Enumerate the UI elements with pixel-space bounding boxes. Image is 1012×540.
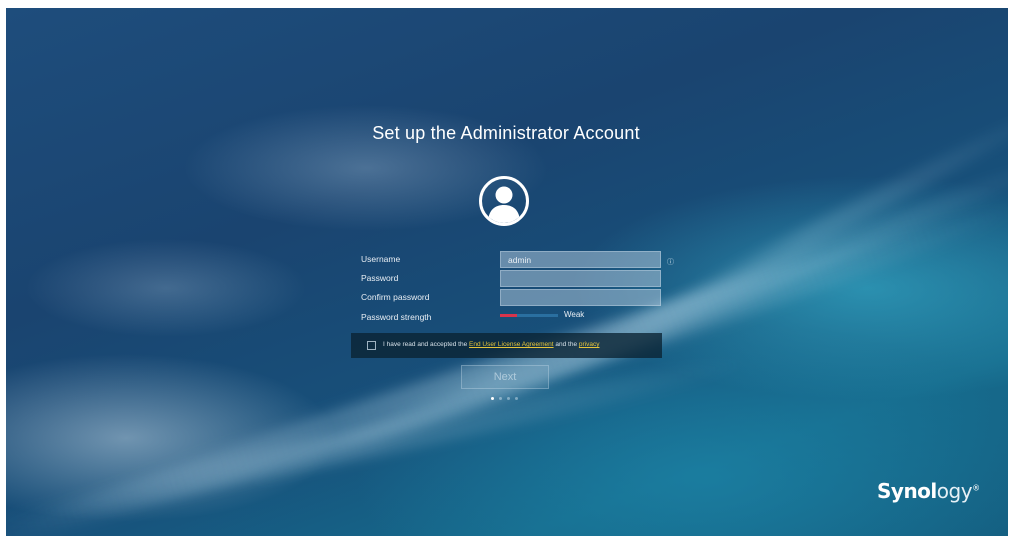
username-label: Username bbox=[361, 254, 401, 264]
next-button[interactable]: Next bbox=[461, 365, 549, 389]
agreement-panel: I have read and accepted the End User Li… bbox=[351, 333, 662, 358]
agreement-text-middle: and the bbox=[555, 341, 578, 348]
step-dot bbox=[499, 397, 502, 400]
eula-link[interactable]: End User License Agreement bbox=[469, 341, 554, 348]
password-field[interactable] bbox=[500, 270, 661, 287]
password-label: Password bbox=[361, 273, 399, 283]
agreement-text-before: I have read and accepted the bbox=[383, 341, 468, 348]
password-strength-meter bbox=[500, 314, 558, 317]
agreement-text: I have read and accepted the End User Li… bbox=[383, 341, 599, 348]
step-dot bbox=[491, 397, 494, 400]
step-dot bbox=[515, 397, 518, 400]
username-field[interactable]: admin bbox=[500, 251, 661, 268]
confirm-password-label: Confirm password bbox=[361, 292, 430, 302]
password-strength-value: Weak bbox=[564, 310, 585, 319]
step-dot bbox=[507, 397, 510, 400]
logo-text-rest: ogy bbox=[936, 479, 973, 503]
synology-logo: Synology® bbox=[877, 479, 980, 503]
logo-text-bold: Synol bbox=[877, 479, 937, 503]
info-icon[interactable]: ⓘ bbox=[667, 257, 674, 267]
logo-registered-mark: ® bbox=[972, 483, 980, 493]
password-strength-label: Password strength bbox=[361, 312, 432, 322]
confirm-password-field[interactable] bbox=[500, 289, 661, 306]
user-avatar-icon bbox=[479, 176, 529, 226]
agreement-checkbox[interactable] bbox=[367, 341, 376, 350]
page-title: Set up the Administrator Account bbox=[372, 123, 640, 143]
password-strength-fill bbox=[500, 314, 518, 317]
privacy-link[interactable]: privacy bbox=[579, 341, 600, 348]
